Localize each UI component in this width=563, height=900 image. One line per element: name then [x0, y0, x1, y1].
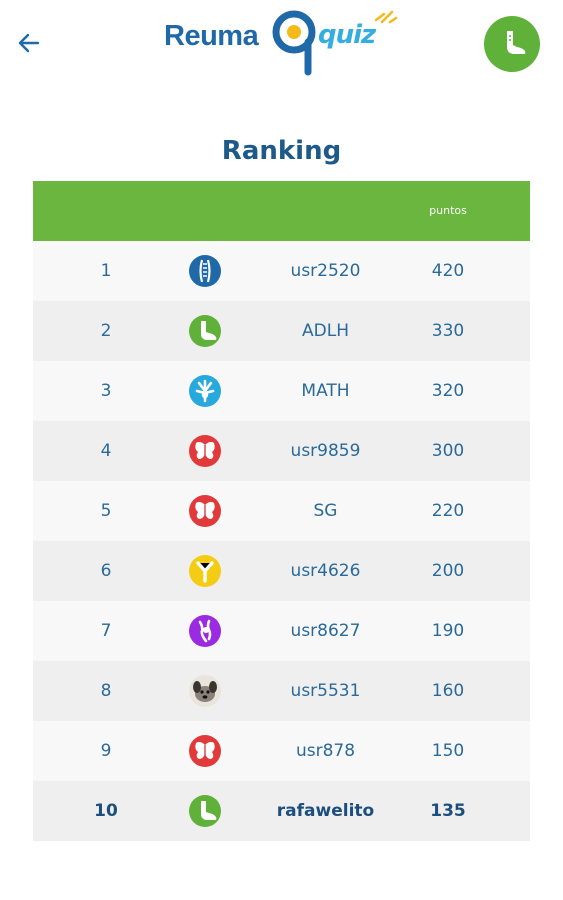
table-row: 9 usr878 150 [33, 721, 530, 781]
rank-cell: 9 [100, 741, 112, 761]
user-avatar [175, 661, 235, 721]
table-row: 5 SG 220 [33, 481, 530, 541]
foot-icon [507, 31, 526, 54]
table-row-current-user: 10 rafawelito 135 [33, 781, 530, 841]
arrow-left-icon [18, 33, 40, 53]
points-cell: 150 [431, 741, 465, 761]
logo-spark-icon [374, 10, 398, 24]
table-row: 1 usr2520 420 [33, 241, 530, 301]
user-avatar [175, 601, 235, 661]
username-cell: usr9859 [290, 441, 361, 461]
logo-q-mark-icon [272, 10, 316, 76]
rank-cell: 3 [100, 381, 112, 401]
table-row: 8 usr5531 160 [33, 661, 530, 721]
hand-bones-icon [189, 375, 221, 407]
user-avatar [175, 781, 235, 841]
username-cell: MATH [301, 381, 350, 401]
rank-cell: 10 [94, 801, 118, 821]
back-button[interactable] [14, 28, 44, 58]
rank-cell: 8 [100, 681, 112, 701]
column-header-points: puntos [429, 204, 467, 217]
points-cell: 200 [431, 561, 465, 581]
user-avatar [175, 361, 235, 421]
table-row: 6 usr4626 200 [33, 541, 530, 601]
table-body: 1 usr2520 420 2 ADLH 330 3 MATH 320 4 usr9859 300 5 S… [33, 241, 530, 841]
page-title: Ranking [221, 136, 342, 166]
ranking-table: puntos 1 usr2520 420 2 ADLH 330 3 MATH 320 4 usr98… [33, 181, 530, 841]
rank-cell: 4 [100, 441, 112, 461]
butterfly-icon [189, 495, 221, 527]
username-cell: usr2520 [290, 261, 361, 281]
profile-avatar[interactable] [484, 16, 540, 72]
points-cell: 330 [431, 321, 465, 341]
rank-cell: 5 [100, 501, 112, 521]
logo-quiz-text: quiz [318, 20, 376, 50]
reumaquiz-logo: Reuma quiz [164, 6, 404, 76]
username-cell: usr8627 [290, 621, 361, 641]
table-row: 3 MATH 320 [33, 361, 530, 421]
y-joint-icon [189, 555, 221, 587]
user-avatar [175, 481, 235, 541]
spine-icon [189, 255, 221, 287]
user-avatar [175, 721, 235, 781]
points-cell: 220 [431, 501, 465, 521]
logo-word: Reuma [164, 20, 259, 52]
points-cell: 135 [430, 801, 466, 821]
butterfly-icon [189, 435, 221, 467]
table-row: 4 usr9859 300 [33, 421, 530, 481]
rank-cell: 1 [100, 261, 112, 281]
rank-cell: 6 [100, 561, 112, 581]
app-header: Reuma quiz [0, 0, 563, 90]
foot-icon [189, 315, 221, 347]
table-row: 7 usr8627 190 [33, 601, 530, 661]
username-cell: usr4626 [290, 561, 361, 581]
knee-icon [189, 615, 221, 647]
username-cell: rafawelito [276, 801, 375, 821]
user-avatar [175, 301, 235, 361]
username-cell: SG [313, 501, 338, 521]
table-row: 2 ADLH 330 [33, 301, 530, 361]
foot-icon [189, 795, 221, 827]
username-cell: usr5531 [290, 681, 361, 701]
rank-cell: 2 [100, 321, 112, 341]
username-cell: usr878 [295, 741, 356, 761]
points-cell: 320 [431, 381, 465, 401]
points-cell: 190 [431, 621, 465, 641]
butterfly-icon [189, 735, 221, 767]
points-cell: 420 [431, 261, 465, 281]
user-avatar [175, 241, 235, 301]
dog-photo-avatar [189, 675, 221, 707]
user-avatar [175, 421, 235, 481]
points-cell: 300 [431, 441, 465, 461]
user-avatar [175, 541, 235, 601]
rank-cell: 7 [100, 621, 112, 641]
username-cell: ADLH [302, 321, 349, 341]
points-cell: 160 [431, 681, 465, 701]
table-header: puntos [33, 181, 530, 241]
